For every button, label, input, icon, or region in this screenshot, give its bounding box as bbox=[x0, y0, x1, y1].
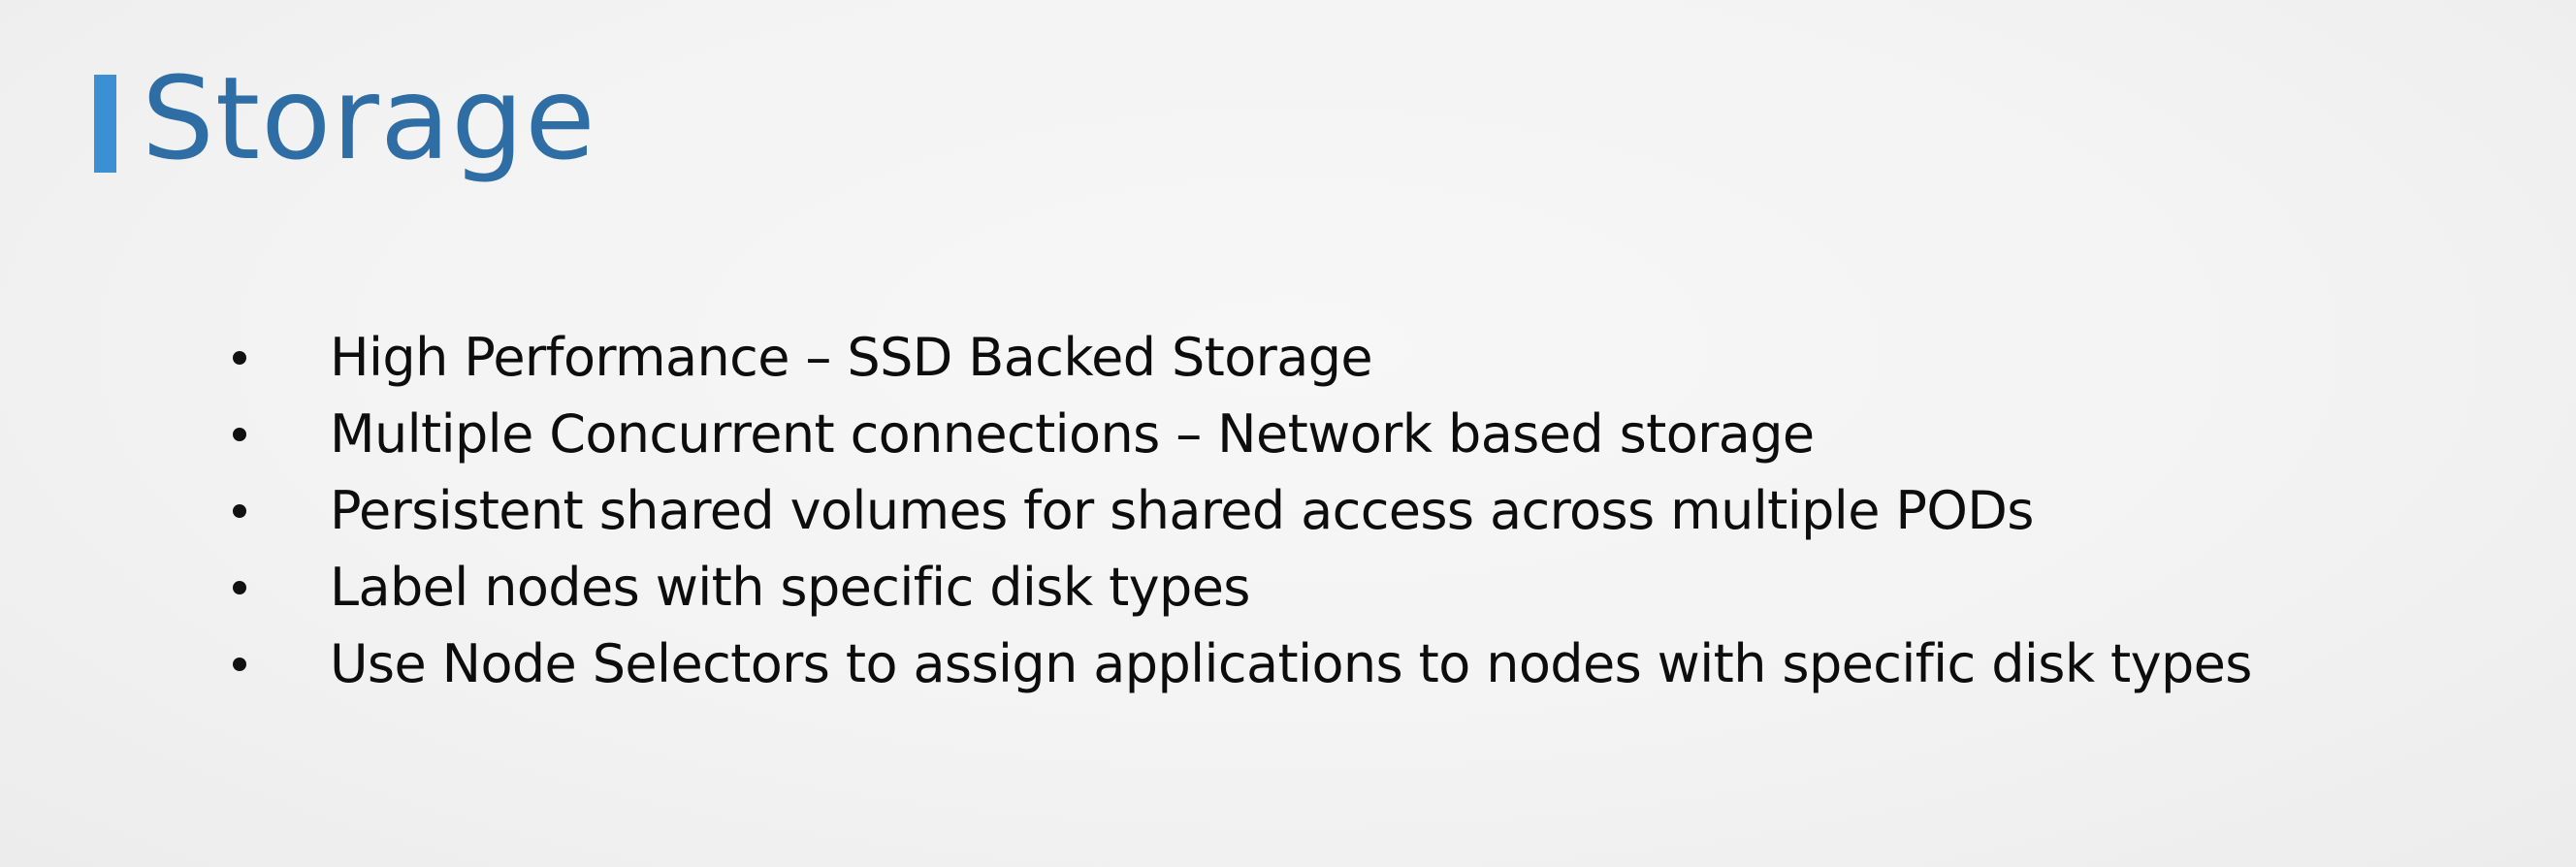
bullet-dot-icon bbox=[233, 657, 246, 671]
bullet-text: Label nodes with specific disk types bbox=[330, 557, 1250, 618]
bullet-dot-icon bbox=[233, 427, 246, 441]
bullet-dot-icon bbox=[233, 503, 246, 518]
bullet-text: Multiple Concurrent connections – Networ… bbox=[330, 403, 1815, 465]
bullet-dot-icon bbox=[233, 580, 246, 594]
title-accent-bar bbox=[94, 75, 116, 173]
slide-title: Storage bbox=[142, 51, 596, 185]
bullet-dot-icon bbox=[233, 350, 246, 365]
bullet-text: Use Node Selectors to assign application… bbox=[330, 633, 2252, 694]
slide: Storage High Performance – SSD Backed St… bbox=[0, 0, 2576, 867]
bullet-text: Persistent shared volumes for shared acc… bbox=[330, 480, 2034, 541]
bullet-text: High Performance – SSD Backed Storage bbox=[330, 327, 1373, 388]
